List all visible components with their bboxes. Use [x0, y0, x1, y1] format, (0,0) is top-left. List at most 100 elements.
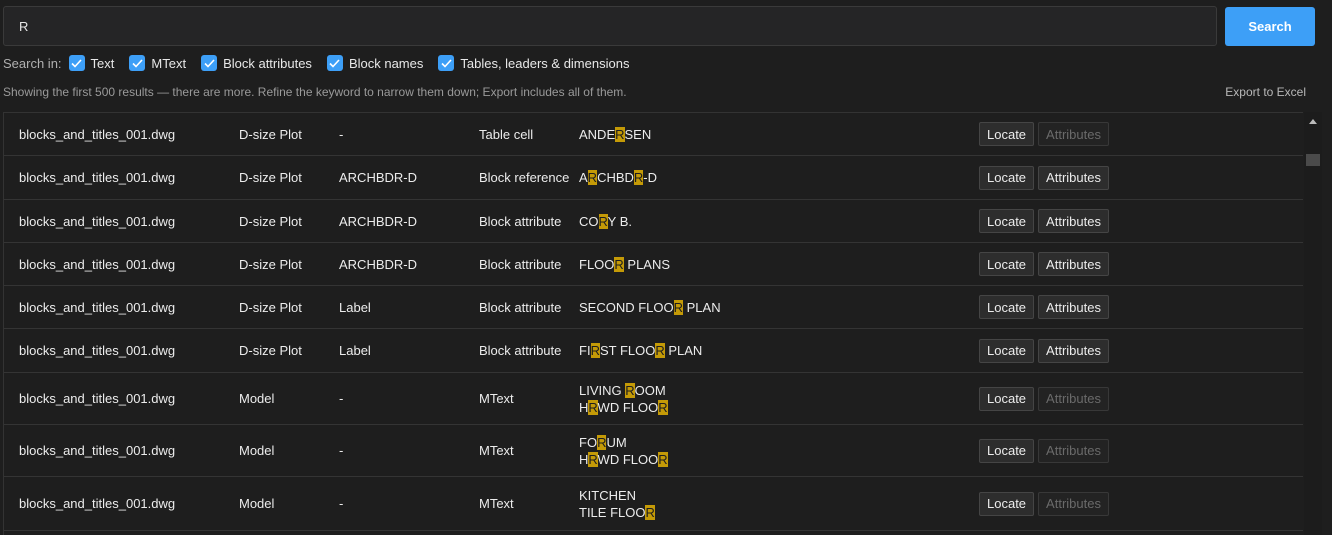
- row-actions: Locate Attributes: [979, 243, 1113, 285]
- search-scope-filters: Search in: Text MText Block attributes B…: [3, 54, 644, 72]
- table-row[interactable]: blocks_and_titles_001.dwg D-size Plot ARCH…: [4, 156, 1303, 200]
- layout-cell: D-size Plot: [239, 256, 302, 272]
- results-scrollbar[interactable]: [1304, 112, 1322, 535]
- row-actions: Locate Attributes: [979, 425, 1113, 476]
- locate-button[interactable]: Locate: [979, 122, 1035, 146]
- content-cell: SECOND FLOOR PLAN: [579, 286, 721, 328]
- content-lines: FLOOR PLANS: [579, 256, 670, 273]
- file-name-cell: blocks_and_titles_001.dwg: [19, 256, 176, 272]
- table-row[interactable]: blocks_and_titles_001.dwg Model - MText LIVI…: [4, 373, 1303, 425]
- scroll-thumb[interactable]: [1306, 154, 1320, 166]
- entity-type-cell: MText: [479, 443, 514, 458]
- filter-block-names-checkbox[interactable]: Block names: [326, 55, 424, 71]
- attributes-button[interactable]: Attributes: [1038, 209, 1109, 233]
- filter-label: MText: [151, 55, 187, 71]
- match-highlight: R: [615, 126, 625, 142]
- row-actions: Locate Attributes: [979, 156, 1113, 199]
- content-line: FORUM: [579, 434, 627, 450]
- content-lines: FORUM HRWD FLOOR: [579, 434, 668, 468]
- match-highlight: R: [590, 343, 600, 358]
- attributes-button: Attributes: [1038, 438, 1109, 463]
- row-actions: Locate Attributes: [979, 373, 1113, 424]
- match-highlight: R: [598, 213, 608, 229]
- checkmark-icon: [201, 55, 218, 71]
- attributes-button: Attributes: [1038, 122, 1109, 146]
- search-in-label: Search in:: [3, 55, 62, 71]
- table-row[interactable]: blocks_and_titles_001.dwg D-size Plot - Tab…: [4, 113, 1303, 156]
- content-line: LIVING ROOM: [579, 382, 666, 398]
- table-row[interactable]: blocks_and_titles_001.dwg Model - MText FORU…: [4, 425, 1303, 477]
- filter-label: Block names: [348, 55, 424, 71]
- attributes-button[interactable]: Attributes: [1038, 295, 1109, 319]
- content-lines: CORY B.: [579, 213, 632, 230]
- locate-button[interactable]: Locate: [979, 338, 1035, 363]
- file-name-cell: blocks_and_titles_001.dwg: [19, 126, 176, 142]
- match-highlight: R: [645, 504, 655, 520]
- entity-type-cell: Block attribute: [479, 343, 562, 358]
- content-line: FLOOR PLANS: [579, 256, 671, 272]
- match-highlight: R: [587, 170, 598, 185]
- filter-block-attributes-checkbox[interactable]: Block attributes: [201, 55, 312, 71]
- file-name-cell: blocks_and_titles_001.dwg: [19, 343, 176, 358]
- table-row[interactable]: blocks_and_titles_001.dwg Model - MText KITC…: [4, 477, 1303, 531]
- results-table: blocks_and_titles_001.dwg D-size Plot - Tab…: [3, 112, 1303, 535]
- entity-type-cell: Table cell: [479, 126, 534, 142]
- row-actions: Locate Attributes: [979, 113, 1113, 155]
- content-line: TILE FLOOR: [579, 504, 655, 520]
- layout-cell: D-size Plot: [239, 170, 302, 185]
- content-cell: FLOOR PLANS: [579, 243, 670, 285]
- content-line: HRWD FLOOR: [579, 399, 668, 415]
- locate-button[interactable]: Locate: [979, 491, 1035, 516]
- table-row[interactable]: blocks_and_titles_001.dwg D-size Plot Labe…: [4, 286, 1303, 329]
- attributes-button[interactable]: Attributes: [1038, 252, 1109, 276]
- content-cell: CORY B.: [579, 200, 632, 242]
- entity-type-cell: Block attribute: [479, 256, 562, 272]
- search-button[interactable]: Search: [1225, 7, 1315, 46]
- locate-button[interactable]: Locate: [979, 165, 1035, 190]
- entity-type-cell: Block attribute: [479, 213, 562, 229]
- checkmark-icon: [438, 55, 455, 71]
- attributes-button[interactable]: Attributes: [1038, 165, 1109, 190]
- content-cell: ARCHBDR-D: [579, 156, 657, 199]
- row-actions: Locate Attributes: [979, 200, 1113, 242]
- content-cell: LIVING ROOM HRWD FLOOR: [579, 373, 668, 424]
- content-line: ANDERSEN: [579, 126, 652, 142]
- file-name-cell: blocks_and_titles_001.dwg: [19, 496, 176, 511]
- content-line: ARCHBDR-D: [579, 170, 658, 185]
- layout-cell: D-size Plot: [239, 343, 302, 358]
- layout-cell: D-size Plot: [239, 299, 302, 315]
- content-line: HRWD FLOOR: [579, 451, 668, 467]
- attributes-button: Attributes: [1038, 386, 1109, 411]
- file-name-cell: blocks_and_titles_001.dwg: [19, 213, 176, 229]
- match-highlight: R: [614, 256, 624, 272]
- locate-button[interactable]: Locate: [979, 252, 1035, 276]
- locate-button[interactable]: Locate: [979, 295, 1035, 319]
- filter-mtext-checkbox[interactable]: MText: [129, 55, 186, 71]
- attributes-button[interactable]: Attributes: [1038, 338, 1109, 363]
- scroll-up-arrow-icon[interactable]: [1304, 112, 1322, 130]
- block-cell: Label: [339, 343, 371, 358]
- layout-cell: Model: [239, 496, 275, 511]
- row-actions: Locate Attributes: [979, 286, 1113, 328]
- content-lines: LIVING ROOM HRWD FLOOR: [579, 382, 668, 416]
- locate-button[interactable]: Locate: [979, 386, 1035, 411]
- match-highlight: R: [597, 434, 607, 450]
- layout-cell: Model: [239, 443, 275, 458]
- row-actions: Locate Attributes: [979, 477, 1113, 530]
- table-row[interactable]: blocks_and_titles_001.dwg D-size Plot ARCH…: [4, 243, 1303, 286]
- content-lines: SECOND FLOOR PLAN: [579, 299, 721, 316]
- content-cell: FIRST FLOOR PLAN: [579, 329, 702, 372]
- table-row[interactable]: blocks_and_titles_001.dwg D-size Plot Labe…: [4, 329, 1303, 373]
- table-row[interactable]: blocks_and_titles_001.dwg D-size Plot ARCH…: [4, 200, 1303, 243]
- content-line: CORY B.: [579, 213, 632, 229]
- locate-button[interactable]: Locate: [979, 209, 1035, 233]
- filter-tables-leaders-dimensions-checkbox[interactable]: Tables, leaders & dimensions: [438, 55, 629, 71]
- export-to-excel-link[interactable]: Export to Excel: [1225, 85, 1306, 99]
- content-lines: FIRST FLOOR PLAN: [579, 342, 702, 359]
- block-cell: ARCHBDR-D: [339, 213, 417, 229]
- locate-button[interactable]: Locate: [979, 438, 1035, 463]
- entity-type-cell: MText: [479, 496, 514, 511]
- filter-text-checkbox[interactable]: Text: [68, 55, 114, 71]
- search-input[interactable]: [3, 6, 1217, 46]
- block-cell: -: [339, 496, 344, 511]
